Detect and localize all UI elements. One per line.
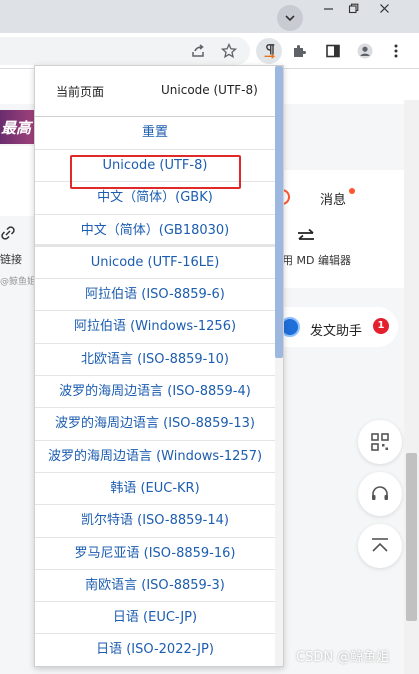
close-window-button[interactable] [373, 0, 395, 16]
highlight-annotation-box [70, 155, 241, 189]
encoding-option-euc-kr[interactable]: 韩语 (EUC-KR) [35, 473, 275, 506]
popup-scrollbar-thumb[interactable] [275, 66, 283, 358]
encoding-popup: 当前页面 Unicode (UTF-8) 重置 Unicode (UTF-8) … [34, 65, 284, 667]
restore-button[interactable] [342, 0, 364, 16]
csdn-watermark: CSDN @鲸鱼姐 [296, 650, 390, 665]
minimize-icon [323, 7, 333, 10]
assistant-count-badge: 1 [373, 318, 389, 334]
encoding-option-windows-1257[interactable]: 波罗的海周边语言 (Windows-1257) [35, 441, 275, 473]
encoding-option-iso-2022-jp[interactable]: 日语 (ISO-2022-JP) [35, 634, 275, 666]
encoding-option-iso-8859-16[interactable]: 罗马尼亚语 (ISO-8859-16) [35, 538, 275, 570]
messages-link[interactable]: 消息 [320, 189, 346, 208]
assistant-label: 发文助手 [310, 324, 363, 339]
encoding-extension-button[interactable] [256, 38, 282, 64]
encoding-option-iso-8859-4[interactable]: 波罗的海周边语言 (ISO-8859-4) [35, 376, 275, 409]
encoding-option-iso-8859-6[interactable]: 阿拉伯语 (ISO-8859-6) [35, 279, 275, 312]
back-to-top-button[interactable] [358, 524, 402, 568]
customer-service-button[interactable] [358, 472, 402, 516]
more-menu-button[interactable] [386, 41, 406, 61]
current-page-label: 当前页面 [56, 85, 105, 99]
chevron-down-icon [285, 15, 295, 22]
headset-icon [372, 486, 388, 500]
encoding-option-iso-8859-14[interactable]: 凯尔特语 (ISO-8859-14) [35, 505, 275, 538]
encoding-option-euc-jp[interactable]: 日语 (EUC-JP) [35, 602, 275, 635]
notification-dot [349, 188, 355, 194]
link-icon [1, 226, 15, 240]
address-bar[interactable] [0, 37, 250, 65]
side-panel-icon [326, 44, 340, 58]
qrcode-icon [371, 433, 389, 451]
browser-toolbar [0, 33, 419, 69]
browser-title-bar [0, 0, 419, 33]
minimize-button[interactable] [317, 0, 339, 16]
header-divider [35, 116, 275, 117]
bookmark-button[interactable] [219, 41, 239, 61]
encoding-option-windows-1256[interactable]: 阿拉伯语 (Windows-1256) [35, 311, 275, 344]
side-panel-button[interactable] [323, 41, 343, 61]
popup-header: 当前页面 Unicode (UTF-8) [35, 66, 283, 116]
link-label[interactable]: 链接 [0, 251, 22, 267]
share-icon [192, 44, 204, 57]
close-icon [379, 3, 389, 13]
more-menu-icon [394, 44, 398, 58]
puzzle-icon [294, 45, 306, 57]
swap-arrows-icon [298, 228, 314, 240]
profile-button[interactable] [355, 41, 375, 61]
encoding-option-iso-8859-3[interactable]: 南欧语言 (ISO-8859-3) [35, 570, 275, 603]
current-encoding-value: Unicode (UTF-8) [161, 83, 258, 97]
profile-icon [357, 43, 373, 59]
encoding-option-utf16le[interactable]: Unicode (UTF-16LE) [35, 247, 275, 280]
md-editor-link[interactable]: 用 MD 编辑器 [282, 252, 351, 268]
left-panel [0, 146, 36, 216]
qrcode-button[interactable] [358, 420, 402, 464]
encoding-option-gb18030[interactable]: 中文（简体）(GB18030) [35, 215, 275, 247]
extensions-button[interactable] [289, 41, 309, 61]
encoding-extension-icon [264, 44, 275, 59]
tab-search-button[interactable] [277, 5, 303, 31]
star-icon [221, 43, 237, 59]
banner-image: 最高 [0, 110, 36, 144]
back-to-top-icon [372, 538, 388, 552]
link-watermark-text: @鲸鱼姐 [0, 277, 36, 287]
page-scrollbar-thumb[interactable] [406, 453, 417, 621]
encoding-list: Unicode (UTF-8) 中文（简体）(GBK) 中文（简体）(GB180… [35, 150, 275, 666]
reset-button[interactable]: 重置 [35, 118, 275, 148]
restore-icon [348, 3, 358, 13]
encoding-option-iso-8859-10[interactable]: 北欧语言 (ISO-8859-10) [35, 344, 275, 377]
encoding-option-iso-8859-13[interactable]: 波罗的海周边语言 (ISO-8859-13) [35, 408, 275, 441]
share-button[interactable] [188, 41, 208, 61]
